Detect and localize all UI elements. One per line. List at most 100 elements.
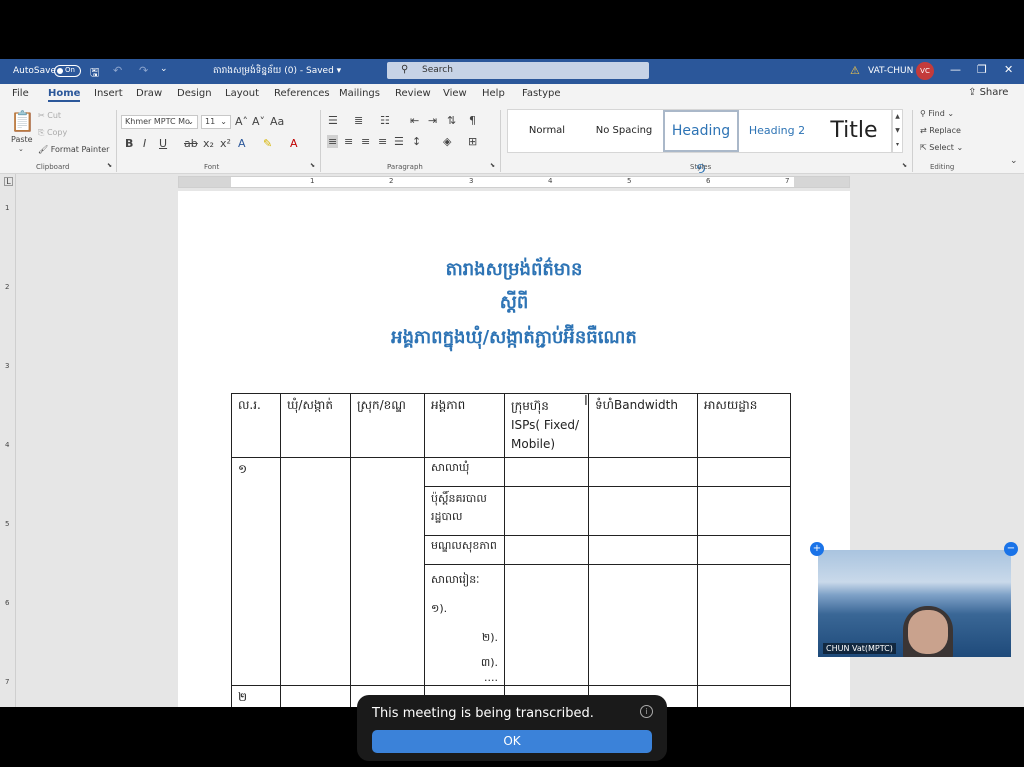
clipboard-launcher-icon[interactable]: ⬊ [107, 162, 112, 169]
multilevel-list-icon[interactable]: ☷ [380, 114, 390, 127]
table-cell[interactable] [504, 564, 589, 686]
info-icon[interactable]: i [640, 705, 653, 718]
paragraph-launcher-icon[interactable]: ⬊ [490, 162, 495, 169]
unit-cell[interactable]: សាលារៀនៈ ១). ២). ៣). .... [424, 564, 505, 686]
show-marks-icon[interactable]: ¶ [469, 114, 476, 127]
unit-cell[interactable]: មណ្ឌលសុខភាព [424, 535, 505, 565]
header-cell[interactable]: ទំហំBandwidth [588, 393, 698, 458]
table-cell[interactable] [588, 486, 698, 536]
tab-review[interactable]: Review [395, 88, 431, 99]
highlight-icon[interactable]: ✎ [263, 137, 272, 150]
table-cell[interactable] [504, 535, 589, 565]
header-cell[interactable]: អង្គភាព [424, 393, 505, 458]
header-cell[interactable]: ក្រុមហ៊ុន ISPs( Fixed/Mobile) [504, 393, 589, 458]
participant-video[interactable]: CHUN Vat(MPTC) [818, 550, 1011, 657]
copy-button[interactable]: ⎘ Copy [38, 128, 67, 138]
shading-icon[interactable]: ◈ [443, 135, 451, 148]
style-no-spacing[interactable]: No Spacing [588, 110, 660, 152]
restore-icon[interactable]: ❐ [977, 63, 987, 76]
style-heading-1[interactable]: Heading ១ [663, 110, 739, 177]
distributed-icon[interactable]: ☰ [394, 135, 404, 148]
sort-icon[interactable]: ⇅ [447, 114, 456, 127]
borders-icon[interactable]: ⊞ [468, 135, 477, 148]
header-cell[interactable]: ស្រុក/ខណ្ឌ [350, 393, 425, 458]
tab-references[interactable]: References [274, 88, 330, 99]
chevron-down-icon[interactable]: ▼ [893, 124, 902, 138]
minimize-video-icon[interactable]: − [1004, 542, 1018, 556]
table-cell[interactable] [697, 564, 791, 686]
strikethrough-icon[interactable]: ab [184, 137, 198, 150]
table-cell[interactable] [697, 685, 791, 707]
minimize-icon[interactable]: — [950, 63, 961, 76]
paste-button[interactable]: Paste [11, 135, 33, 144]
tab-draw[interactable]: Draw [136, 88, 162, 99]
warning-icon[interactable]: ⚠ [850, 64, 860, 77]
tab-view[interactable]: View [443, 88, 467, 99]
text-effects-icon[interactable]: A [238, 137, 246, 150]
style-normal[interactable]: Normal [514, 110, 580, 152]
font-size-select[interactable]: 11 ⌄ [201, 115, 231, 129]
table-cell[interactable] [588, 535, 698, 565]
more-styles-icon[interactable]: ▾ [893, 138, 902, 152]
paste-dropdown-icon[interactable]: ⌄ [18, 145, 24, 153]
shrink-font-icon[interactable]: A˅ [252, 115, 265, 128]
search-input[interactable]: ⚲ Search [387, 62, 649, 79]
unit-cell[interactable]: ប៉ុស្តិ៍នគរបាលរដ្ឋបាល [424, 486, 505, 536]
tab-layout[interactable]: Layout [225, 88, 259, 99]
justify-icon[interactable]: ≡ [378, 135, 387, 148]
styles-scroll[interactable]: ▲ ▼ ▾ [892, 109, 903, 153]
table-cell[interactable] [697, 486, 791, 536]
superscript-icon[interactable]: x² [220, 137, 231, 150]
style-heading-2[interactable]: Heading 2 [744, 110, 810, 152]
table-cell[interactable] [697, 457, 791, 487]
autosave-toggle[interactable]: On [54, 65, 81, 77]
replace-button[interactable]: ⇄ Replace [920, 126, 961, 135]
row-number[interactable]: ១ [231, 457, 281, 686]
table-cell[interactable] [350, 457, 425, 686]
align-right-icon[interactable]: ≡ [361, 135, 370, 148]
select-button[interactable]: ⇱ Select ⌄ [920, 143, 963, 152]
style-title[interactable]: Title [818, 110, 890, 152]
change-case-icon[interactable]: Aa [270, 115, 284, 128]
table-cell[interactable] [280, 457, 351, 686]
bold-icon[interactable]: B [125, 137, 133, 150]
font-color-icon[interactable]: A [290, 137, 298, 150]
italic-icon[interactable]: I [143, 137, 146, 150]
ok-button[interactable]: OK [372, 730, 652, 753]
table-cell[interactable] [504, 486, 589, 536]
table-cell[interactable] [588, 457, 698, 487]
tab-home[interactable]: Home [48, 88, 81, 102]
tab-selector-icon[interactable]: L [4, 177, 13, 186]
increase-indent-icon[interactable]: ⇥ [428, 114, 437, 127]
redo-icon[interactable]: ↷ [139, 64, 148, 77]
underline-icon[interactable]: U [159, 137, 167, 150]
avatar[interactable]: VC [916, 62, 934, 80]
expand-video-icon[interactable]: + [810, 542, 824, 556]
tab-mailings[interactable]: Mailings [339, 88, 380, 99]
numbering-icon[interactable]: ≣ [354, 114, 363, 127]
header-cell[interactable]: អាសយដ្ឋាន [697, 393, 791, 458]
bullets-icon[interactable]: ☰ [328, 114, 338, 127]
header-cell[interactable]: ឃុំ/សង្កាត់ [280, 393, 351, 458]
cut-button[interactable]: ✂ Cut [38, 111, 61, 120]
user-name[interactable]: VAT-CHUN [868, 66, 913, 76]
tab-help[interactable]: Help [482, 88, 505, 99]
font-family-select[interactable]: Khmer MPTC Mo ⌄ [121, 115, 198, 129]
find-button[interactable]: ⚲ Find ⌄ [920, 109, 954, 118]
customize-toolbar-icon[interactable]: ⌄ [160, 64, 168, 74]
subscript-icon[interactable]: x₂ [203, 137, 214, 150]
table-cell[interactable] [504, 457, 589, 487]
document-title[interactable]: តារាងសម្រង់ទិន្នន័យ (0) - Saved ▾ [213, 65, 341, 78]
tab-insert[interactable]: Insert [94, 88, 123, 99]
align-center-icon[interactable]: ≡ [344, 135, 353, 148]
chevron-up-icon[interactable]: ▲ [893, 110, 902, 124]
table-cell[interactable] [588, 564, 698, 686]
close-icon[interactable]: ✕ [1004, 63, 1013, 76]
undo-icon[interactable]: ↶ [113, 64, 122, 77]
tab-fastype[interactable]: Fastype [522, 88, 561, 99]
tab-file[interactable]: File [12, 88, 29, 99]
header-cell[interactable]: ល.រ. [231, 393, 281, 458]
share-button[interactable]: ⇪ Share [968, 87, 1008, 98]
row-number[interactable]: ២ [231, 685, 281, 707]
table-cell[interactable] [697, 535, 791, 565]
